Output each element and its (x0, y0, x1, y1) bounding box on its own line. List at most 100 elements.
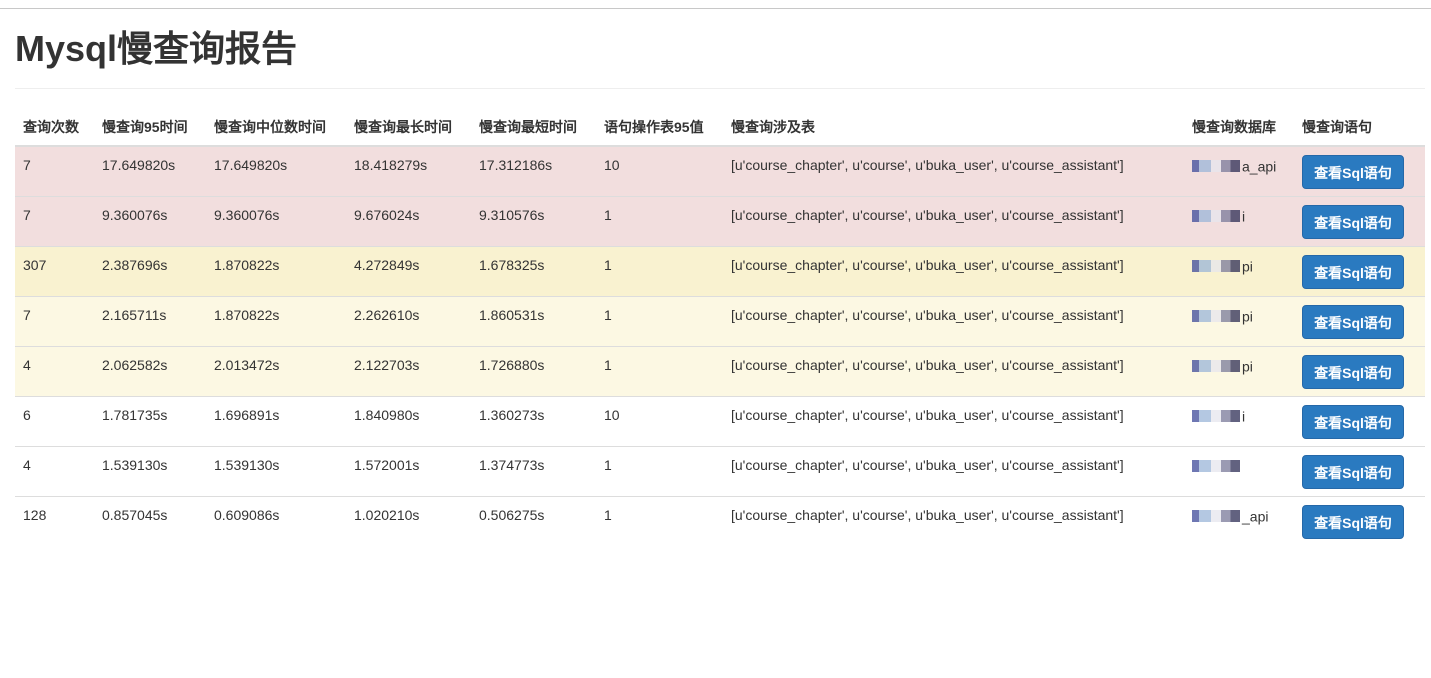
cell-sql-action: 查看Sql语句 (1294, 495, 1425, 546)
cell-p95-time: 9.360076s (94, 195, 206, 246)
header-median-time: 慢查询中位数时间 (206, 109, 346, 147)
top-border (0, 8, 1431, 9)
cell-min-time: 1.360273s (471, 395, 596, 446)
redacted-pixel-block (1192, 409, 1240, 422)
page-title: Mysql慢查询报告 (15, 28, 298, 69)
cell-min-time: 1.726880s (471, 345, 596, 396)
cell-p95-time: 2.387696s (94, 245, 206, 296)
cell-ops-p95: 1 (596, 345, 723, 396)
cell-tables: [u'course_chapter', u'course', u'buka_us… (723, 495, 1184, 546)
cell-min-time: 1.860531s (471, 295, 596, 346)
cell-database (1184, 445, 1294, 496)
view-sql-button[interactable]: 查看Sql语句 (1302, 254, 1404, 289)
header-max-time: 慢查询最长时间 (346, 109, 471, 147)
database-name: _api (1242, 507, 1269, 524)
view-sql-button[interactable]: 查看Sql语句 (1302, 404, 1404, 439)
table-row: 307 2.387696s 1.870822s 4.272849s 1.678325s 1… (15, 245, 1425, 296)
view-sql-button[interactable]: 查看Sql语句 (1302, 354, 1404, 389)
cell-database: _api (1184, 495, 1294, 546)
cell-ops-p95: 10 (596, 145, 723, 196)
cell-database: pi (1184, 345, 1294, 396)
cell-p95-time: 0.857045s (94, 495, 206, 546)
title-divider (15, 88, 1425, 89)
view-sql-button[interactable]: 查看Sql语句 (1302, 304, 1404, 339)
cell-median-time: 1.870822s (206, 245, 346, 296)
redacted-pixel-block (1192, 309, 1240, 322)
database-name: pi (1242, 257, 1253, 274)
redacted-pixel-block (1192, 209, 1240, 222)
cell-max-time: 9.676024s (346, 195, 471, 246)
cell-query-count: 4 (15, 445, 94, 496)
cell-max-time: 18.418279s (346, 145, 471, 196)
cell-median-time: 0.609086s (206, 495, 346, 546)
cell-p95-time: 1.539130s (94, 445, 206, 496)
database-name: i (1242, 407, 1246, 424)
cell-database: i (1184, 395, 1294, 446)
cell-ops-p95: 1 (596, 445, 723, 496)
database-name: i (1242, 207, 1246, 224)
table-row: 4 1.539130s 1.539130s 1.572001s 1.374773s 1 [u… (15, 445, 1425, 496)
cell-min-time: 9.310576s (471, 195, 596, 246)
cell-max-time: 4.272849s (346, 245, 471, 296)
cell-query-count: 4 (15, 345, 94, 396)
table-row: 128 0.857045s 0.609086s 1.020210s 0.506275s 1… (15, 495, 1425, 546)
header-tables: 慢查询涉及表 (723, 109, 1184, 147)
slow-query-table: 查询次数 慢查询95时间 慢查询中位数时间 慢查询最长时间 慢查询最短时间 语句… (15, 109, 1425, 546)
view-sql-button[interactable]: 查看Sql语句 (1302, 454, 1404, 489)
view-sql-button[interactable]: 查看Sql语句 (1302, 204, 1404, 239)
redacted-pixel-block (1192, 160, 1240, 173)
cell-database: a_api (1184, 145, 1294, 196)
table-row: 6 1.781735s 1.696891s 1.840980s 1.360273s 10[… (15, 395, 1425, 446)
cell-tables: [u'course_chapter', u'course', u'buka_us… (723, 195, 1184, 246)
cell-median-time: 9.360076s (206, 195, 346, 246)
cell-tables: [u'course_chapter', u'course', u'buka_us… (723, 395, 1184, 446)
header-database: 慢查询数据库 (1184, 109, 1294, 147)
cell-ops-p95: 10 (596, 395, 723, 446)
database-name: pi (1242, 357, 1253, 374)
cell-p95-time: 1.781735s (94, 395, 206, 446)
cell-sql-action: 查看Sql语句 (1294, 445, 1425, 496)
cell-query-count: 6 (15, 395, 94, 446)
table-header-row: 查询次数 慢查询95时间 慢查询中位数时间 慢查询最长时间 慢查询最短时间 语句… (15, 109, 1425, 147)
cell-median-time: 2.013472s (206, 345, 346, 396)
cell-min-time: 1.374773s (471, 445, 596, 496)
cell-sql-action: 查看Sql语句 (1294, 245, 1425, 296)
cell-max-time: 2.262610s (346, 295, 471, 346)
cell-median-time: 1.870822s (206, 295, 346, 346)
cell-min-time: 1.678325s (471, 245, 596, 296)
cell-max-time: 1.840980s (346, 395, 471, 446)
cell-query-count: 7 (15, 145, 94, 196)
cell-min-time: 0.506275s (471, 495, 596, 546)
cell-max-time: 2.122703s (346, 345, 471, 396)
redacted-pixel-block (1192, 359, 1240, 372)
cell-min-time: 17.312186s (471, 145, 596, 196)
header-p95-time: 慢查询95时间 (94, 109, 206, 147)
cell-sql-action: 查看Sql语句 (1294, 145, 1425, 196)
header-sql: 慢查询语句 (1294, 109, 1425, 147)
view-sql-button[interactable]: 查看Sql语句 (1302, 155, 1404, 189)
header-min-time: 慢查询最短时间 (471, 109, 596, 147)
cell-median-time: 1.696891s (206, 395, 346, 446)
cell-query-count: 307 (15, 245, 94, 296)
cell-p95-time: 2.062582s (94, 345, 206, 396)
table-row: 4 2.062582s 2.013472s 2.122703s 1.726880s 1 [u… (15, 345, 1425, 396)
table-row: 7 17.649820s 17.649820s 18.418279s 17.312186… (15, 145, 1425, 196)
cell-median-time: 17.649820s (206, 145, 346, 196)
redacted-pixel-block (1192, 459, 1240, 472)
cell-sql-action: 查看Sql语句 (1294, 295, 1425, 346)
cell-ops-p95: 1 (596, 495, 723, 546)
cell-tables: [u'course_chapter', u'course', u'buka_us… (723, 445, 1184, 496)
database-name: a_api (1242, 158, 1277, 175)
cell-p95-time: 2.165711s (94, 295, 206, 346)
cell-tables: [u'course_chapter', u'course', u'buka_us… (723, 345, 1184, 396)
cell-tables: [u'course_chapter', u'course', u'buka_us… (723, 245, 1184, 296)
cell-tables: [u'course_chapter', u'course', u'buka_us… (723, 295, 1184, 346)
redacted-pixel-block (1192, 509, 1240, 522)
cell-ops-p95: 1 (596, 295, 723, 346)
cell-database: pi (1184, 295, 1294, 346)
cell-sql-action: 查看Sql语句 (1294, 345, 1425, 396)
view-sql-button[interactable]: 查看Sql语句 (1302, 504, 1404, 539)
cell-database: i (1184, 195, 1294, 246)
cell-query-count: 128 (15, 495, 94, 546)
cell-sql-action: 查看Sql语句 (1294, 195, 1425, 246)
